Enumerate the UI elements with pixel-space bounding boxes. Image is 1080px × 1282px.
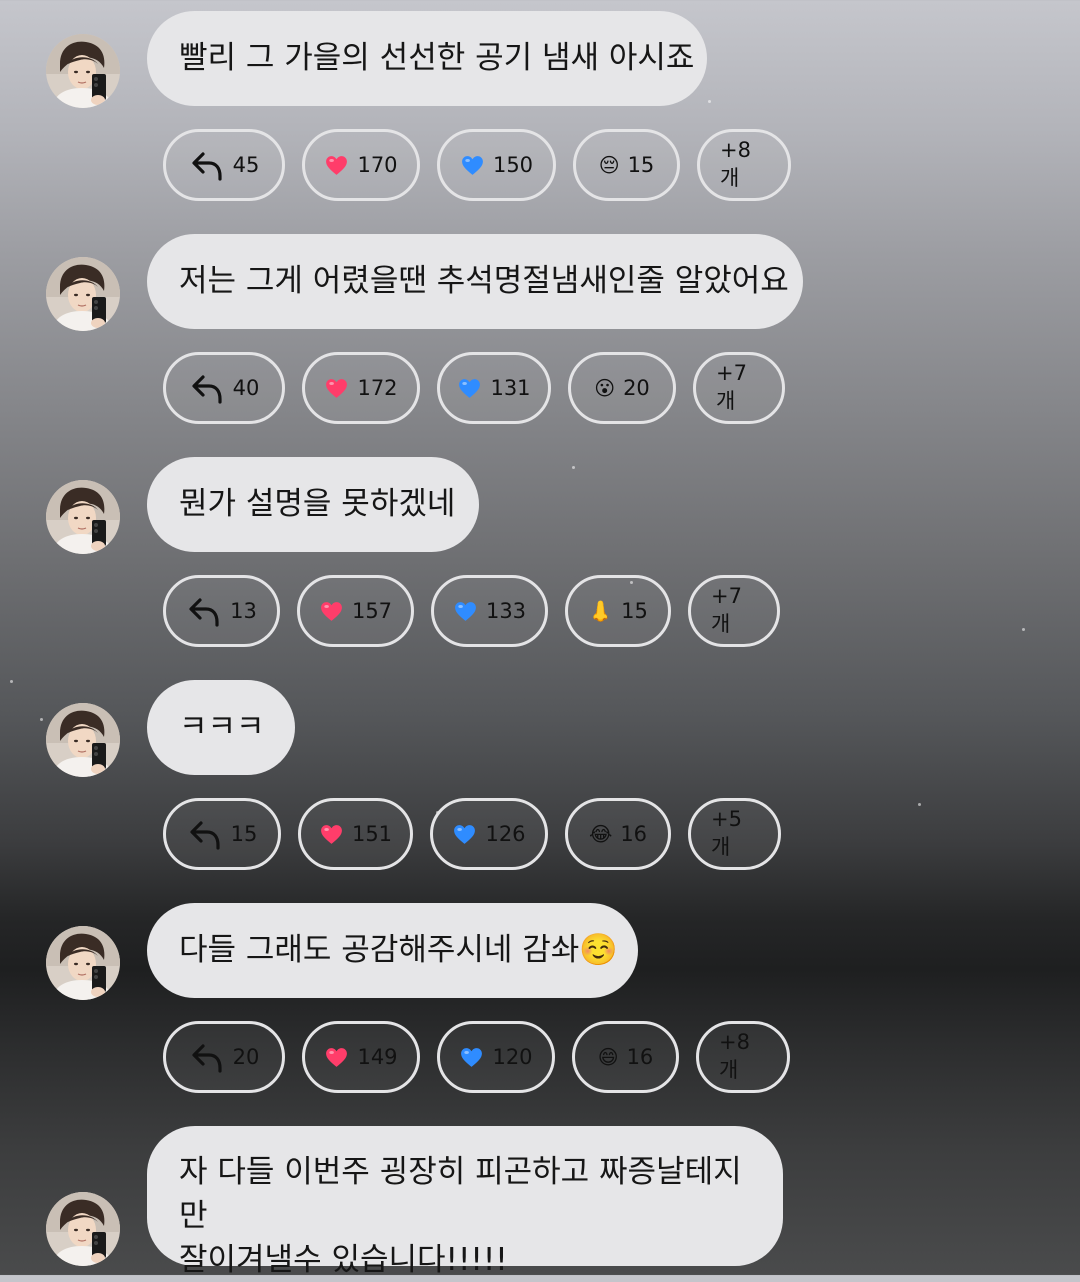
- message-bubble[interactable]: ㅋㅋㅋ: [147, 680, 295, 775]
- emoji-reaction[interactable]: 😮 20: [568, 352, 676, 424]
- heart-icon: [319, 599, 344, 624]
- more-reactions-button[interactable]: +8개: [696, 1021, 790, 1093]
- reaction-bar: 15 151 126 😂 16 +5개: [163, 798, 781, 870]
- reaction-bar: 13 157 133 👃 15 +7개: [163, 575, 780, 647]
- heart-count: 149: [357, 1045, 398, 1069]
- more-reactions-count: +7개: [716, 361, 747, 413]
- emoji-reaction[interactable]: 😔 15: [573, 129, 680, 201]
- avatar[interactable]: [46, 480, 120, 554]
- message-text: 뭔가 설명을 못하겠네: [179, 486, 456, 522]
- message-text: ㅋㅋㅋ: [179, 709, 265, 745]
- message-text-line-2: 잘이겨낼수 있습니다!!!!!: [179, 1242, 508, 1278]
- pensive-emoji-icon: 😔: [598, 153, 620, 177]
- reply-arrow-icon: [189, 1039, 225, 1075]
- emoji-count: 15: [621, 599, 648, 623]
- heart-icon: [324, 1045, 349, 1070]
- heart-count: 172: [357, 376, 398, 400]
- emoji-count: 16: [626, 1045, 654, 1069]
- heart-count: 170: [357, 153, 398, 177]
- reply-arrow-icon: [189, 147, 225, 183]
- tears-of-joy-emoji-icon: 😂: [588, 822, 613, 846]
- message-bubble[interactable]: 뭔가 설명을 못하겠네: [147, 457, 479, 552]
- more-reactions-count: +8개: [720, 138, 751, 190]
- emoji-count: 15: [627, 153, 655, 177]
- reaction-bar: 45 170 150 😔 15 +8개: [163, 129, 791, 201]
- avatar[interactable]: [46, 1192, 120, 1266]
- heart-icon: [324, 376, 349, 401]
- reply-button[interactable]: 13: [163, 575, 280, 647]
- heart-count: 151: [351, 822, 393, 846]
- blue-heart-icon: [460, 153, 485, 178]
- blue-heart-icon: [453, 599, 478, 624]
- more-reactions-button[interactable]: +7개: [693, 352, 785, 424]
- blue-heart-count: 133: [485, 599, 527, 623]
- reply-arrow-icon: [186, 593, 222, 629]
- grinning-emoji-icon: 😄: [597, 1045, 619, 1069]
- reply-button[interactable]: 20: [163, 1021, 285, 1093]
- heart-reaction[interactable]: 170: [302, 129, 420, 201]
- avatar[interactable]: [46, 34, 120, 108]
- more-reactions-count: +7개: [711, 584, 742, 636]
- heart-reaction[interactable]: 151: [298, 798, 413, 870]
- blue-heart-count: 126: [485, 822, 526, 846]
- avatar[interactable]: [46, 703, 120, 777]
- blue-heart-reaction[interactable]: 133: [431, 575, 548, 647]
- reply-arrow-icon: [187, 816, 223, 852]
- reaction-bar: 20 149 120 😄 16 +8개: [163, 1021, 790, 1093]
- more-reactions-button[interactable]: +7개: [688, 575, 780, 647]
- message-bubble[interactable]: 자 다들 이번주 굉장히 피곤하고 짜증날테지만 잘이겨낼수 있습니다!!!!!: [147, 1126, 783, 1278]
- emoji-reaction[interactable]: 😄 16: [572, 1021, 679, 1093]
- heart-icon: [324, 153, 349, 178]
- heart-count: 157: [351, 599, 393, 623]
- message-bubble[interactable]: 다들 그래도 공감해주시네 감솨☺️: [147, 903, 638, 998]
- blue-heart-count: 131: [490, 376, 531, 400]
- message-text: 저는 그게 어렸을땐 추석명절냄새인줄 알았어요: [179, 263, 789, 299]
- heart-reaction[interactable]: 172: [302, 352, 420, 424]
- message-text-line-1: 자 다들 이번주 굉장히 피곤하고 짜증날테지만: [179, 1154, 742, 1234]
- nose-emoji-icon: 👃: [588, 599, 614, 623]
- emoji-reaction[interactable]: 👃 15: [565, 575, 671, 647]
- blue-heart-reaction[interactable]: 150: [437, 129, 556, 201]
- reply-button[interactable]: 15: [163, 798, 281, 870]
- blue-heart-icon: [459, 1045, 484, 1070]
- blue-heart-icon: [452, 822, 477, 847]
- blue-heart-count: 120: [492, 1045, 533, 1069]
- more-reactions-count: +5개: [711, 807, 742, 859]
- heart-reaction[interactable]: 149: [302, 1021, 420, 1093]
- reply-button[interactable]: 40: [163, 352, 285, 424]
- reply-count: 20: [232, 1045, 260, 1069]
- message-text: 다들 그래도 공감해주시네 감솨☺️: [179, 932, 618, 968]
- more-reactions-button[interactable]: +5개: [688, 798, 781, 870]
- reaction-bar: 40 172 131 😮 20 +7개: [163, 352, 785, 424]
- blue-heart-icon: [457, 376, 482, 401]
- blue-heart-reaction[interactable]: 131: [437, 352, 551, 424]
- avatar[interactable]: [46, 926, 120, 1000]
- reply-count: 40: [232, 376, 260, 400]
- heart-reaction[interactable]: 157: [297, 575, 414, 647]
- heart-icon: [319, 822, 344, 847]
- emoji-count: 20: [623, 376, 650, 400]
- blue-heart-reaction[interactable]: 126: [430, 798, 548, 870]
- reply-count: 13: [230, 599, 257, 623]
- emoji-count: 16: [620, 822, 648, 846]
- blue-heart-count: 150: [492, 153, 534, 177]
- surprised-emoji-icon: 😮: [594, 376, 616, 400]
- reply-count: 45: [232, 153, 260, 177]
- avatar[interactable]: [46, 257, 120, 331]
- reply-button[interactable]: 45: [163, 129, 285, 201]
- more-reactions-count: +8개: [719, 1030, 750, 1082]
- more-reactions-button[interactable]: +8개: [697, 129, 791, 201]
- message-bubble[interactable]: 빨리 그 가을의 선선한 공기 냄새 아시죠: [147, 11, 707, 106]
- emoji-reaction[interactable]: 😂 16: [565, 798, 671, 870]
- message-bubble[interactable]: 저는 그게 어렸을땐 추석명절냄새인줄 알았어요: [147, 234, 803, 329]
- blue-heart-reaction[interactable]: 120: [437, 1021, 555, 1093]
- message-text: 빨리 그 가을의 선선한 공기 냄새 아시죠: [179, 40, 695, 76]
- reply-arrow-icon: [189, 370, 225, 406]
- reply-count: 15: [230, 822, 258, 846]
